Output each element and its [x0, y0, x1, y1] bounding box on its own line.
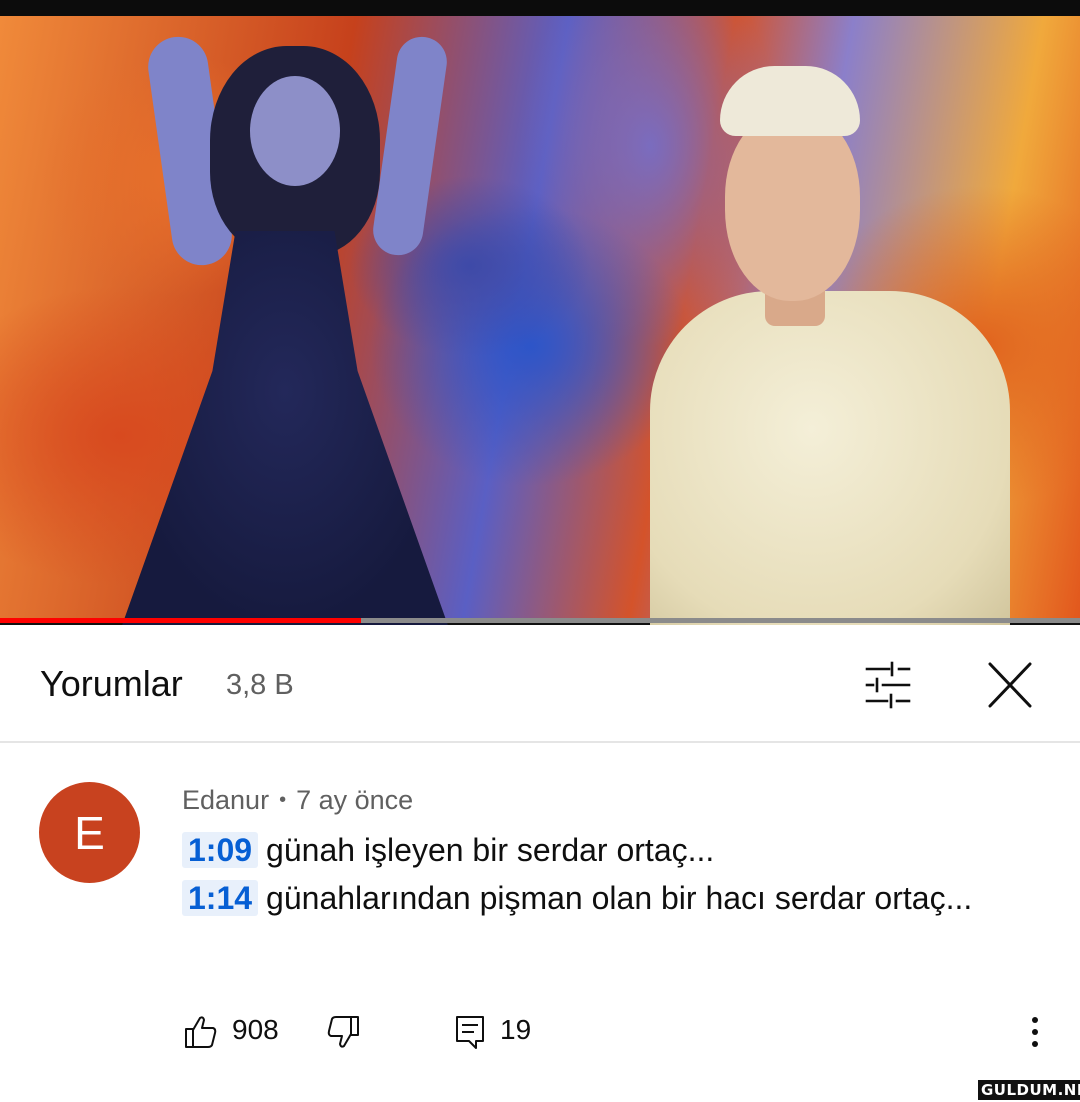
watermark: GULDUM.NET [978, 1080, 1080, 1100]
dislike-button[interactable] [326, 1014, 360, 1050]
comment-line: 1:14 günahlarından pişman olan bir hacı s… [182, 874, 1002, 922]
comment-line: 1:09 günah işleyen bir serdar ortaç... [182, 826, 1002, 874]
comment-line-text: günahlarından pişman olan bir hacı serda… [266, 880, 973, 916]
video-top-bar [0, 0, 1080, 16]
like-button[interactable] [184, 1014, 218, 1050]
close-button[interactable] [978, 655, 1042, 715]
reply-count: 19 [500, 1014, 532, 1045]
video-figure-arm [369, 33, 451, 259]
avatar[interactable]: E [39, 782, 140, 883]
avatar-letter: E [74, 806, 105, 859]
video-player[interactable] [0, 0, 1080, 625]
comment-meta: Edanur • 7 ay önce [182, 785, 413, 816]
sliders-icon [865, 661, 911, 709]
video-progress-bar[interactable] [0, 618, 1080, 623]
meta-separator: • [279, 789, 287, 811]
close-icon [988, 662, 1032, 708]
filter-button[interactable] [855, 655, 921, 715]
like-count: 908 [232, 1014, 279, 1045]
reply-button[interactable] [454, 1014, 488, 1050]
comment-author[interactable]: Edanur [182, 785, 269, 815]
timestamp-link[interactable]: 1:09 [182, 832, 259, 868]
comment-icon [456, 1016, 484, 1049]
more-button[interactable] [1020, 1012, 1050, 1052]
comment-time: 7 ay önce [296, 785, 414, 815]
video-figure-shirt [650, 291, 1010, 625]
thumbs-up-icon [185, 1016, 217, 1048]
comments-header: Yorumlar 3,8 B [0, 625, 1080, 743]
video-figure-dress [120, 231, 450, 625]
comment-actions: 908 19 [182, 1010, 1062, 1054]
comments-count: 3,8 B [226, 669, 294, 701]
thumbs-down-icon [327, 1016, 359, 1048]
video-progress-fill [0, 618, 361, 623]
comments-title: Yorumlar [40, 663, 183, 704]
video-frame[interactable] [0, 16, 1080, 625]
video-figure-face [250, 76, 340, 186]
comment-line-text: günah işleyen bir serdar ortaç... [266, 832, 715, 868]
more-vertical-icon [1032, 1017, 1038, 1047]
video-figure-face [725, 111, 860, 301]
timestamp-link[interactable]: 1:14 [182, 880, 259, 916]
video-figure-cap [720, 66, 860, 136]
comment-body: 1:09 günah işleyen bir serdar ortaç... 1:… [182, 826, 1002, 922]
